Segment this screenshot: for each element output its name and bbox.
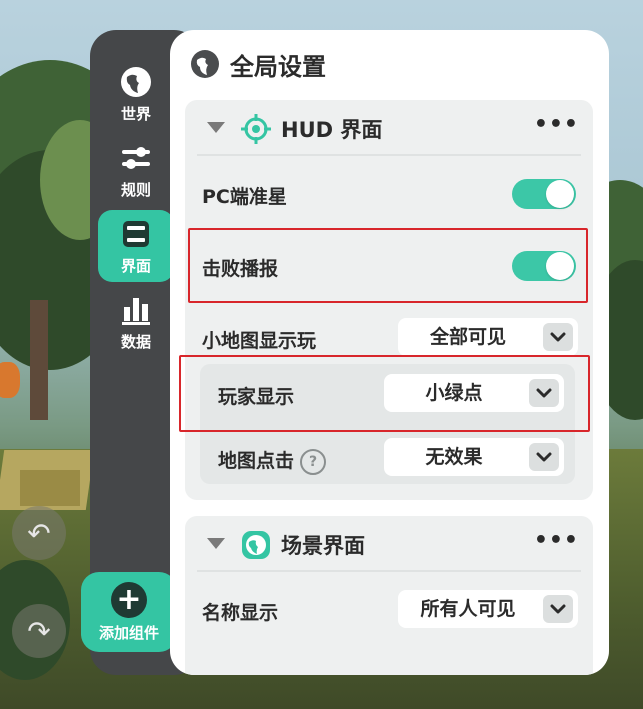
map-click-text: 地图点击	[218, 450, 295, 472]
add-component-button[interactable]: + 添加组件	[81, 572, 177, 652]
hud-section-header[interactable]: HUD 界面 •••	[185, 100, 593, 154]
highlight-box-defeat-broadcast	[188, 228, 588, 303]
undo-button[interactable]: ↶	[12, 506, 66, 560]
globe-icon	[121, 66, 151, 97]
select-value: 所有人可见	[420, 598, 516, 620]
redo-icon: ↷	[27, 614, 51, 648]
scene-globe-icon	[242, 531, 270, 559]
more-options-button[interactable]: •••	[534, 528, 579, 553]
page-title: 全局设置	[230, 52, 326, 81]
scene-section: 场景界面 ••• 名称显示 所有人可见	[185, 516, 593, 675]
nav-item-interface[interactable]: 界面	[98, 210, 174, 282]
chevron-down-icon[interactable]	[529, 443, 559, 471]
nav-item-world[interactable]: 世界	[98, 58, 174, 130]
pc-crosshair-label: PC端准星	[202, 186, 287, 208]
nav-item-data[interactable]: 数据	[98, 286, 174, 358]
nav-item-rules[interactable]: 规则	[98, 134, 174, 206]
nav-label: 规则	[120, 180, 151, 199]
divider	[197, 154, 581, 156]
divider	[197, 570, 581, 572]
minimap-display-label: 小地图显示玩	[202, 330, 317, 352]
nav-label: 界面	[120, 256, 151, 275]
minimap-display-select[interactable]: 全部可见	[398, 318, 578, 356]
hud-section-title: HUD 界面	[281, 118, 383, 142]
select-value: 全部可见	[429, 326, 506, 348]
crosshair-icon	[241, 114, 271, 144]
toggle-knob	[546, 180, 574, 208]
map-click-select[interactable]: 无效果	[384, 438, 564, 476]
pc-crosshair-toggle[interactable]	[512, 179, 576, 209]
highlight-box-player-display	[179, 355, 590, 432]
nav-label: 数据	[120, 332, 151, 351]
scene-section-title: 场景界面	[281, 534, 365, 558]
add-component-label: 添加组件	[98, 623, 159, 642]
global-settings-panel: 全局设置 HUD 界面 ••• PC端准星 击败播报 小地图显示玩 全部可见 玩…	[170, 30, 609, 675]
nav-label: 世界	[120, 104, 151, 123]
select-value: 无效果	[425, 446, 483, 468]
chevron-down-icon[interactable]	[543, 323, 573, 351]
name-display-label: 名称显示	[202, 602, 279, 624]
globe-icon	[191, 50, 219, 78]
screen-icon	[123, 220, 149, 247]
scene-section-header[interactable]: 场景界面 •••	[185, 516, 593, 570]
panel-header: 全局设置	[190, 44, 326, 84]
help-icon[interactable]: ?	[300, 448, 327, 475]
sliders-icon	[122, 146, 150, 169]
chevron-down-icon[interactable]	[543, 595, 573, 623]
collapse-caret-icon[interactable]	[207, 538, 225, 549]
undo-icon: ↶	[27, 516, 51, 550]
more-options-button[interactable]: •••	[534, 112, 579, 137]
redo-button[interactable]: ↷	[12, 604, 66, 658]
name-display-select[interactable]: 所有人可见	[398, 590, 578, 628]
map-click-label: 地图点击?	[218, 446, 327, 475]
collapse-caret-icon[interactable]	[207, 122, 225, 133]
plus-icon: +	[111, 581, 147, 618]
bar-chart-icon	[122, 297, 150, 325]
